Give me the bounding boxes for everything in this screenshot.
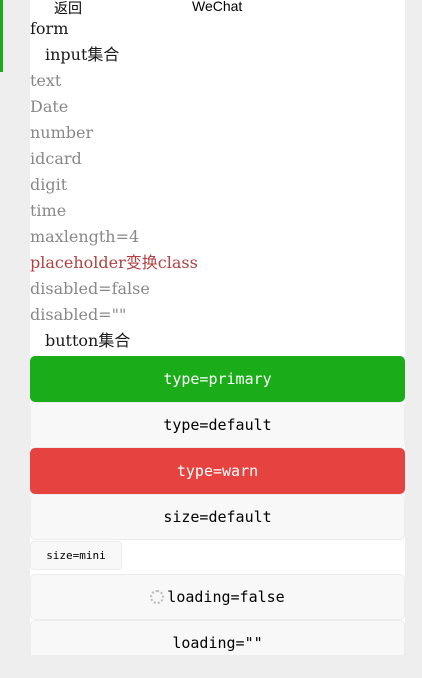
warn-button[interactable]: type=warn	[30, 448, 405, 494]
side-accent-bar	[0, 0, 3, 72]
back-button[interactable]: 返回	[54, 0, 82, 18]
input-disabled-empty: disabled=""	[30, 305, 127, 324]
input-text[interactable]: text	[30, 68, 405, 94]
input-disabled-false[interactable]: disabled=false	[30, 276, 405, 302]
navbar: 返回 WeChat	[30, 0, 405, 16]
button-section-title: button集合	[45, 331, 131, 350]
phone-screen: 返回 WeChat form input集合 text Date number …	[30, 0, 405, 655]
loading-empty-button[interactable]: loading=""	[30, 620, 405, 655]
loading-false-label: loading=false	[167, 588, 285, 606]
input-placeholder-class[interactable]: placeholder变换class	[30, 250, 405, 276]
primary-button[interactable]: type=primary	[30, 356, 405, 402]
input-section-title: input集合	[45, 45, 120, 64]
input-time[interactable]: time	[30, 198, 405, 224]
input-idcard[interactable]: idcard	[30, 146, 405, 172]
size-mini-button[interactable]: size=mini	[30, 541, 122, 570]
form-heading: form	[30, 19, 69, 38]
loading-false-button[interactable]: loading=false	[30, 574, 405, 620]
input-number[interactable]: number	[30, 120, 405, 146]
input-digit[interactable]: digit	[30, 172, 405, 198]
loading-spinner-icon	[150, 590, 165, 604]
input-date[interactable]: Date	[30, 94, 405, 120]
page-title: WeChat	[192, 0, 243, 14]
size-default-button[interactable]: size=default	[30, 494, 405, 540]
input-maxlength[interactable]: maxlength=4	[30, 224, 405, 250]
default-button[interactable]: type=default	[30, 402, 405, 448]
